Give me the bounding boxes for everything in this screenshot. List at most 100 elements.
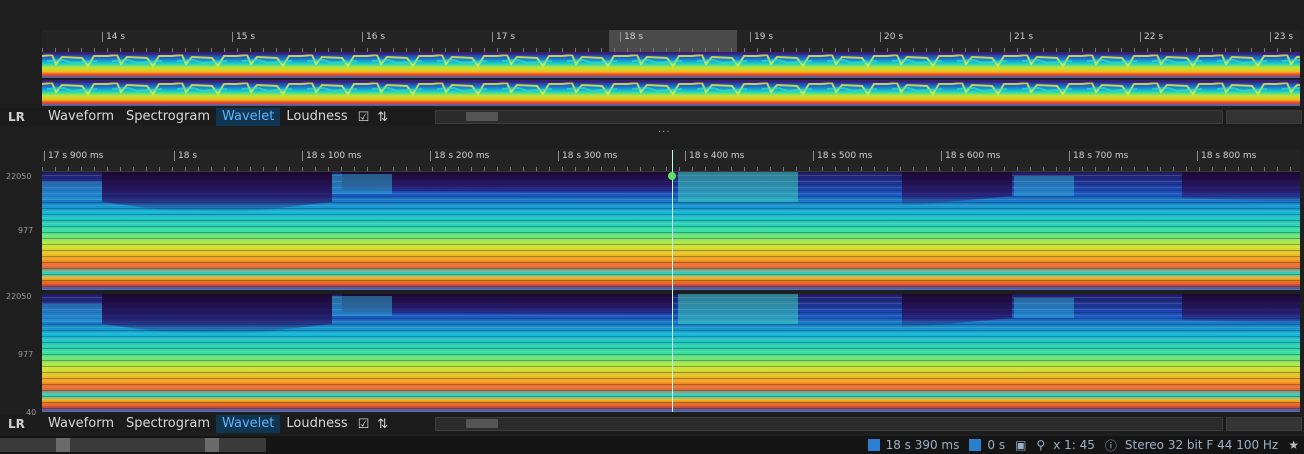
detail-tick: 18 s 600 ms — [941, 151, 1000, 161]
ruler-minor-tick — [705, 167, 706, 171]
ruler-minor-tick — [640, 167, 641, 171]
detail-horizontal-scrollbar[interactable] — [435, 417, 1223, 431]
tab-loudness[interactable]: Loudness — [280, 415, 353, 433]
sync-arrows-icon[interactable]: ⇅ — [373, 417, 392, 432]
ruler-minor-tick — [1186, 167, 1187, 171]
ruler-minor-tick — [978, 167, 979, 171]
ruler-minor-tick — [536, 167, 537, 171]
ruler-minor-tick — [458, 167, 459, 171]
ruler-minor-tick — [393, 167, 394, 171]
ruler-minor-tick — [887, 167, 888, 171]
ruler-minor-tick — [471, 167, 472, 171]
ruler-minor-tick — [133, 167, 134, 171]
scroll-thumb[interactable] — [466, 419, 498, 428]
overview-tick: 19 s — [750, 32, 773, 42]
zoom-slider-handle[interactable] — [56, 438, 70, 452]
ruler-minor-tick — [315, 167, 316, 171]
cursor-position[interactable]: 18 s 390 ms — [863, 436, 965, 454]
detail-wavelet-channel-left[interactable] — [42, 172, 1300, 290]
overview-tick: 15 s — [232, 32, 255, 42]
zoom-slider-handle[interactable] — [205, 438, 219, 452]
ruler-minor-tick — [1134, 167, 1135, 171]
detail-tick: 18 s 400 ms — [685, 151, 744, 161]
ruler-minor-tick — [55, 167, 56, 171]
overview-ruler[interactable]: 14 s 15 s 16 s 17 s 18 s 19 s 20 s 21 s … — [42, 30, 1300, 53]
ruler-minor-tick — [770, 167, 771, 171]
tab-waveform[interactable]: Waveform — [42, 108, 120, 126]
sync-arrows-icon[interactable]: ⇅ — [373, 110, 392, 125]
overview-horizontal-scrollbar[interactable] — [435, 110, 1223, 124]
ruler-minor-tick — [1251, 167, 1252, 171]
scroll-thumb[interactable] — [466, 112, 498, 121]
ruler-minor-tick — [172, 167, 173, 171]
zoom-slider[interactable] — [0, 438, 266, 452]
tab-waveform[interactable]: Waveform — [42, 415, 120, 433]
ruler-minor-tick — [81, 167, 82, 171]
detail-tick: 18 s 300 ms — [558, 151, 617, 161]
ruler-minor-tick — [744, 167, 745, 171]
cursor-position-icon — [867, 439, 880, 451]
audio-format[interactable]: ⓘ Stereo 32 bit F 44 100 Hz — [1100, 436, 1283, 454]
freq-axis-label: 977 — [18, 350, 34, 359]
ruler-minor-tick — [731, 167, 732, 171]
detail-tick: 18 s — [174, 151, 197, 161]
ruler-minor-tick — [1095, 167, 1096, 171]
edit-cursor[interactable] — [672, 150, 673, 412]
ruler-minor-tick — [926, 167, 927, 171]
ruler-minor-tick — [523, 167, 524, 171]
pane-splitter-handle[interactable]: ... — [658, 124, 671, 135]
selection-length-value: 0 s — [987, 438, 1006, 452]
ruler-minor-tick — [1199, 167, 1200, 171]
ruler-minor-tick — [380, 167, 381, 171]
cursor-marker-icon[interactable] — [668, 172, 676, 180]
zoom-readout[interactable]: ⚲ x 1: 45 — [1031, 436, 1099, 454]
ruler-minor-tick — [1056, 167, 1057, 171]
ruler-minor-tick — [796, 167, 797, 171]
channel-label[interactable]: LR — [0, 417, 42, 431]
overview-tick: 18 s — [620, 32, 643, 42]
ruler-minor-tick — [1212, 167, 1213, 171]
ruler-minor-tick — [354, 167, 355, 171]
channel-label[interactable]: LR — [0, 110, 42, 124]
selection-length-icon — [969, 439, 982, 451]
ruler-minor-tick — [1017, 167, 1018, 171]
ruler-minor-tick — [237, 167, 238, 171]
overview-wavelet-channel-left[interactable] — [42, 52, 1300, 78]
freq-axis-label: 22050 — [6, 172, 32, 181]
detail-wavelet-channel-right[interactable] — [42, 294, 1300, 412]
tab-spectrogram[interactable]: Spectrogram — [120, 108, 216, 126]
tab-wavelet[interactable]: Wavelet — [216, 415, 281, 433]
ruler-minor-tick — [1264, 167, 1265, 171]
check-menu-icon[interactable]: ☑ — [354, 417, 374, 432]
ruler-minor-tick — [341, 167, 342, 171]
ruler-minor-tick — [276, 167, 277, 171]
overview-tick: 14 s — [102, 32, 125, 42]
tab-spectrogram[interactable]: Spectrogram — [120, 415, 216, 433]
display-options[interactable]: ▣ — [1010, 436, 1031, 454]
ruler-minor-tick — [42, 167, 43, 171]
check-menu-icon[interactable]: ☑ — [354, 110, 374, 125]
ruler-minor-tick — [1290, 167, 1291, 171]
ruler-minor-tick — [120, 167, 121, 171]
ruler-minor-tick — [302, 167, 303, 171]
ruler-minor-tick — [328, 167, 329, 171]
ruler-minor-tick — [159, 167, 160, 171]
ruler-minor-tick — [1238, 167, 1239, 171]
tab-wavelet[interactable]: Wavelet — [216, 108, 281, 126]
detail-ruler[interactable]: 17 s 900 ms 18 s 18 s 100 ms 18 s 200 ms… — [42, 149, 1300, 172]
freq-axis-label: 22050 — [6, 292, 32, 301]
ruler-minor-tick — [783, 167, 784, 171]
ruler-minor-tick — [900, 167, 901, 171]
detail-tick: 18 s 700 ms — [1069, 151, 1128, 161]
selection-length[interactable]: 0 s — [964, 436, 1010, 454]
favorites-button[interactable]: ★ — [1283, 436, 1304, 454]
magnifier-icon: ⚲ — [1036, 438, 1046, 452]
detail-level-meter — [1226, 417, 1302, 431]
detail-tick: 17 s 900 ms — [44, 151, 103, 161]
ruler-minor-tick — [991, 167, 992, 171]
tab-loudness[interactable]: Loudness — [280, 108, 353, 126]
ruler-minor-tick — [588, 167, 589, 171]
overview-wavelet-channel-right[interactable] — [42, 80, 1300, 106]
ruler-minor-tick — [1160, 167, 1161, 171]
ruler-minor-tick — [601, 167, 602, 171]
